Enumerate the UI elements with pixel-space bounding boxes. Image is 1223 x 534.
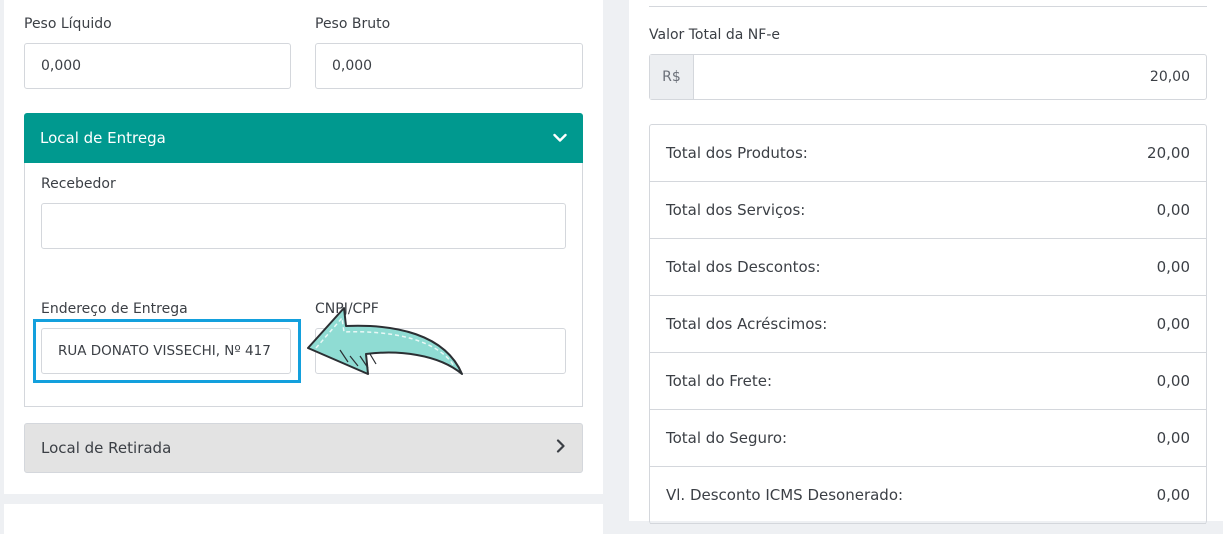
total-servicos-row: Total dos Serviços: 0,00 bbox=[650, 182, 1206, 239]
total-frete-label: Total do Frete: bbox=[666, 372, 773, 390]
total-servicos-label: Total dos Serviços: bbox=[666, 201, 806, 219]
total-seguro-value: 0,00 bbox=[1156, 429, 1190, 447]
peso-bruto-value: 0,000 bbox=[332, 58, 373, 74]
desconto-icms-label: Vl. Desconto ICMS Desonerado: bbox=[666, 486, 904, 504]
peso-liquido-label: Peso Líquido bbox=[24, 16, 112, 32]
total-acrescimos-value: 0,00 bbox=[1156, 315, 1190, 333]
currency-addon: R$ bbox=[650, 55, 694, 99]
peso-liquido-input[interactable]: 0,000 bbox=[24, 43, 291, 89]
chevron-down-icon[interactable] bbox=[553, 129, 567, 147]
total-frete-value: 0,00 bbox=[1156, 372, 1190, 390]
desconto-icms-row: Vl. Desconto ICMS Desonerado: 0,00 bbox=[650, 467, 1206, 524]
chevron-right-icon[interactable] bbox=[556, 439, 566, 457]
total-produtos-value: 20,00 bbox=[1147, 144, 1190, 162]
local-retirada-title: Local de Retirada bbox=[41, 439, 172, 457]
recebedor-input[interactable] bbox=[41, 203, 566, 249]
endereco-entrega-label: Endereço de Entrega bbox=[41, 301, 188, 317]
peso-bruto-label: Peso Bruto bbox=[315, 16, 391, 32]
endereco-highlight-box bbox=[33, 319, 301, 383]
total-descontos-value: 0,00 bbox=[1156, 258, 1190, 276]
total-seguro-row: Total do Seguro: 0,00 bbox=[650, 410, 1206, 467]
next-card bbox=[4, 504, 603, 534]
total-servicos-value: 0,00 bbox=[1156, 201, 1190, 219]
valor-total-input[interactable]: R$ 20,00 bbox=[649, 54, 1207, 100]
total-frete-row: Total do Frete: 0,00 bbox=[650, 353, 1206, 410]
peso-liquido-value: 0,000 bbox=[41, 58, 82, 74]
valor-total-label: Valor Total da NF-e bbox=[649, 27, 780, 43]
total-acrescimos-row: Total dos Acréscimos: 0,00 bbox=[650, 296, 1206, 353]
total-produtos-row: Total dos Produtos: 20,00 bbox=[650, 125, 1206, 182]
desconto-icms-value: 0,00 bbox=[1156, 486, 1190, 504]
recebedor-label: Recebedor bbox=[41, 176, 116, 192]
local-entrega-title: Local de Entrega bbox=[40, 129, 166, 147]
curved-arrow-icon bbox=[300, 296, 470, 384]
local-entrega-header[interactable]: Local de Entrega bbox=[24, 113, 583, 163]
divider bbox=[649, 6, 1207, 7]
local-retirada-header[interactable]: Local de Retirada bbox=[24, 423, 583, 473]
peso-bruto-input[interactable]: 0,000 bbox=[315, 43, 583, 89]
total-acrescimos-label: Total dos Acréscimos: bbox=[666, 315, 828, 333]
valor-total-value: 20,00 bbox=[1149, 69, 1190, 85]
total-produtos-label: Total dos Produtos: bbox=[666, 144, 808, 162]
total-descontos-row: Total dos Descontos: 0,00 bbox=[650, 239, 1206, 296]
totals-list: Total dos Produtos: 20,00 Total dos Serv… bbox=[649, 124, 1207, 524]
total-seguro-label: Total do Seguro: bbox=[666, 429, 788, 447]
total-descontos-label: Total dos Descontos: bbox=[666, 258, 821, 276]
